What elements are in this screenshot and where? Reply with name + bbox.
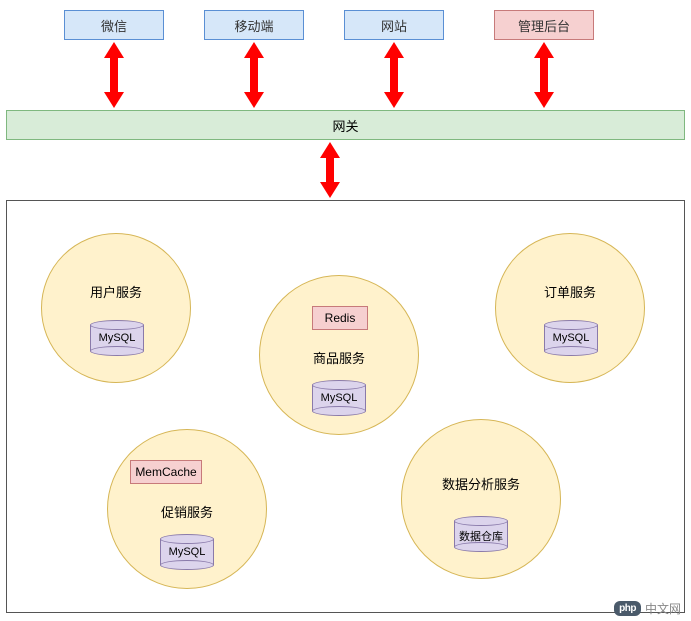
service-order: 订单服务 MySQL xyxy=(495,233,645,383)
service-product: Redis 商品服务 MySQL xyxy=(259,275,419,435)
client-website: 网站 xyxy=(344,10,444,40)
db-promotion-label: MySQL xyxy=(160,546,214,558)
service-order-title: 订单服务 xyxy=(496,282,644,301)
service-user: 用户服务 MySQL xyxy=(41,233,191,383)
service-analytics: 数据分析服务 数据仓库 xyxy=(401,419,561,579)
service-product-title: 商品服务 xyxy=(260,348,418,367)
cache-product: Redis xyxy=(312,306,368,330)
watermark-logo: php xyxy=(614,601,641,616)
db-order: MySQL xyxy=(544,320,598,356)
db-user-label: MySQL xyxy=(90,332,144,344)
gateway-box: 网关 xyxy=(6,110,685,140)
service-user-title: 用户服务 xyxy=(42,282,190,301)
gateway-label: 网关 xyxy=(332,116,358,135)
cache-product-label: Redis xyxy=(325,311,356,325)
client-wechat: 微信 xyxy=(64,10,164,40)
cache-promotion-label: MemCache xyxy=(135,465,196,479)
watermark-text: 中文网 xyxy=(645,600,681,617)
watermark: php 中文网 xyxy=(614,600,681,617)
client-admin-label: 管理后台 xyxy=(518,16,570,35)
db-user: MySQL xyxy=(90,320,144,356)
db-order-label: MySQL xyxy=(544,332,598,344)
db-analytics: 数据仓库 xyxy=(454,516,508,552)
client-admin: 管理后台 xyxy=(494,10,594,40)
service-promotion: MemCache 促销服务 MySQL xyxy=(107,429,267,589)
cache-promotion: MemCache xyxy=(130,460,202,484)
db-promotion: MySQL xyxy=(160,534,214,570)
arrow-mobile-gateway xyxy=(244,42,264,108)
client-mobile-label: 移动端 xyxy=(234,16,273,35)
arrow-wechat-gateway xyxy=(104,42,124,108)
arrow-admin-gateway xyxy=(534,42,554,108)
services-container: 用户服务 MySQL Redis 商品服务 MySQL 订单服务 MySQL M… xyxy=(6,200,685,613)
db-product: MySQL xyxy=(312,380,366,416)
client-mobile: 移动端 xyxy=(204,10,304,40)
db-product-label: MySQL xyxy=(312,392,366,404)
client-wechat-label: 微信 xyxy=(101,16,127,35)
client-website-label: 网站 xyxy=(381,16,407,35)
arrow-website-gateway xyxy=(384,42,404,108)
db-analytics-label: 数据仓库 xyxy=(454,528,508,544)
service-analytics-title: 数据分析服务 xyxy=(402,474,560,493)
service-promotion-title: 促销服务 xyxy=(108,502,266,521)
arrow-gateway-services xyxy=(320,142,340,198)
